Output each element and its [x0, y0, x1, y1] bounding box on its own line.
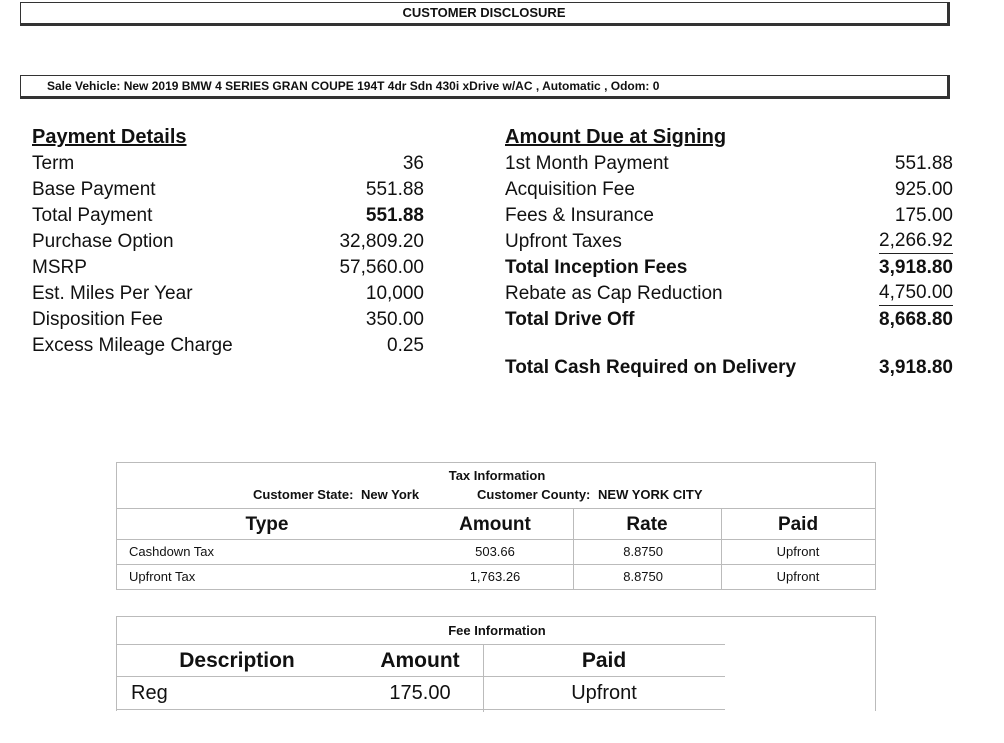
customer-state-label: Customer State: — [253, 487, 354, 502]
payment-row-purchase-option: Purchase Option 32,809.20 — [32, 229, 424, 255]
due-row-total-drive-off: Total Drive Off 8,668.80 — [505, 307, 953, 333]
row-value: 57,560.00 — [339, 257, 424, 278]
sale-vehicle-line: Sale Vehicle: New 2019 BMW 4 SERIES GRAN… — [20, 75, 950, 99]
row-value: 551.88 — [365, 179, 424, 200]
payment-row-excess-mileage: Excess Mileage Charge 0.25 — [32, 333, 424, 359]
fee-information-table: Fee Information Description Amount Paid … — [116, 616, 876, 712]
row-value: 925.00 — [894, 179, 953, 200]
row-label: Total Inception Fees — [505, 257, 688, 278]
total-cash-value: 3,918.80 — [879, 357, 953, 378]
customer-state-value: New York — [361, 487, 420, 502]
fee-row-paid: Upfront — [571, 682, 637, 704]
row-value: 2,266.92 — [879, 229, 953, 254]
payment-row-term: Term 36 — [32, 151, 424, 177]
row-value: 3,918.80 — [879, 257, 953, 278]
payment-details-section: Payment Details Term 36 Base Payment 551… — [32, 126, 424, 366]
tax-row-amount: 503.66 — [475, 544, 515, 559]
fee-row-amount: 175.00 — [389, 682, 451, 704]
payment-details-title: Payment Details — [32, 126, 187, 148]
fee-row-description: Reg — [131, 682, 168, 704]
tax-row-rate: 8.8750 — [623, 569, 663, 584]
tax-col-rate: Rate — [626, 514, 668, 535]
tax-row-paid: Upfront — [776, 569, 820, 584]
fee-col-amount: Amount — [380, 649, 460, 672]
row-label: Excess Mileage Charge — [32, 335, 233, 356]
due-row-acquisition-fee: Acquisition Fee 925.00 — [505, 177, 953, 203]
row-label: Base Payment — [32, 179, 156, 200]
tax-col-amount: Amount — [459, 514, 531, 535]
row-label: Acquisition Fee — [505, 179, 635, 200]
amount-due-title: Amount Due at Signing — [505, 126, 727, 148]
divider — [117, 644, 725, 645]
due-row-fees-insurance: Fees & Insurance 175.00 — [505, 203, 953, 229]
payment-row-est-miles: Est. Miles Per Year 10,000 — [32, 281, 424, 307]
tax-information-table: Tax Information Customer State: New York… — [116, 462, 876, 590]
tax-row-type: Cashdown Tax — [129, 544, 215, 559]
due-row-upfront-taxes: Upfront Taxes 2,266.92 — [505, 229, 953, 255]
divider — [117, 564, 875, 565]
tax-row-type: Upfront Tax — [129, 569, 196, 584]
row-label: Disposition Fee — [32, 309, 163, 330]
row-label: Fees & Insurance — [505, 205, 654, 226]
divider — [117, 709, 725, 710]
payment-row-total-payment: Total Payment 551.88 — [32, 203, 424, 229]
row-value: 551.88 — [894, 153, 953, 174]
payment-row-base-payment: Base Payment 551.88 — [32, 177, 424, 203]
due-row-first-month: 1st Month Payment 551.88 — [505, 151, 953, 177]
customer-state: Customer State: New York — [253, 487, 419, 502]
payment-row-disposition-fee: Disposition Fee 350.00 — [32, 307, 424, 333]
tax-info-title: Tax Information — [448, 468, 546, 483]
customer-county-value: NEW YORK CITY — [598, 487, 703, 502]
disclosure-title: CUSTOMER DISCLOSURE — [20, 2, 950, 26]
fee-col-description: Description — [179, 649, 295, 672]
row-value: 551.88 — [365, 205, 424, 226]
row-label: Term — [32, 153, 75, 174]
divider — [117, 539, 875, 540]
row-value: 4,750.00 — [879, 281, 953, 306]
amount-due-section: Amount Due at Signing 1st Month Payment … — [505, 126, 953, 386]
row-label: Rebate as Cap Reduction — [505, 283, 723, 304]
divider — [117, 508, 875, 509]
tax-row-rate: 8.8750 — [623, 544, 663, 559]
row-value: 36 — [402, 153, 424, 174]
row-label: Purchase Option — [32, 231, 174, 252]
row-label: Total Payment — [32, 205, 153, 226]
row-label: Est. Miles Per Year — [32, 283, 193, 304]
total-cash-required: Total Cash Required on Delivery 3,918.80 — [505, 355, 953, 381]
row-value: 10,000 — [365, 283, 424, 304]
tax-row-amount: 1,763.26 — [469, 569, 521, 584]
tax-col-type: Type — [245, 514, 289, 535]
row-value: 350.00 — [365, 309, 424, 330]
row-label: Upfront Taxes — [505, 231, 622, 252]
tax-col-paid: Paid — [777, 514, 819, 535]
row-value: 8,668.80 — [879, 309, 953, 330]
row-label: 1st Month Payment — [505, 153, 669, 174]
due-row-rebate: Rebate as Cap Reduction 4,750.00 — [505, 281, 953, 307]
total-cash-label: Total Cash Required on Delivery — [505, 357, 797, 378]
customer-county: Customer County: NEW YORK CITY — [477, 487, 703, 502]
fee-col-paid: Paid — [581, 649, 627, 672]
customer-county-label: Customer County: — [477, 487, 591, 502]
row-value: 0.25 — [387, 335, 424, 356]
fee-info-title: Fee Information — [448, 623, 546, 638]
row-label: MSRP — [32, 257, 87, 278]
row-value: 32,809.20 — [339, 231, 424, 252]
row-value: 175.00 — [894, 205, 953, 226]
payment-row-msrp: MSRP 57,560.00 — [32, 255, 424, 281]
divider — [117, 676, 725, 677]
row-label: Total Drive Off — [505, 309, 635, 330]
tax-row-paid: Upfront — [776, 544, 820, 559]
due-row-total-inception: Total Inception Fees 3,918.80 — [505, 255, 953, 281]
